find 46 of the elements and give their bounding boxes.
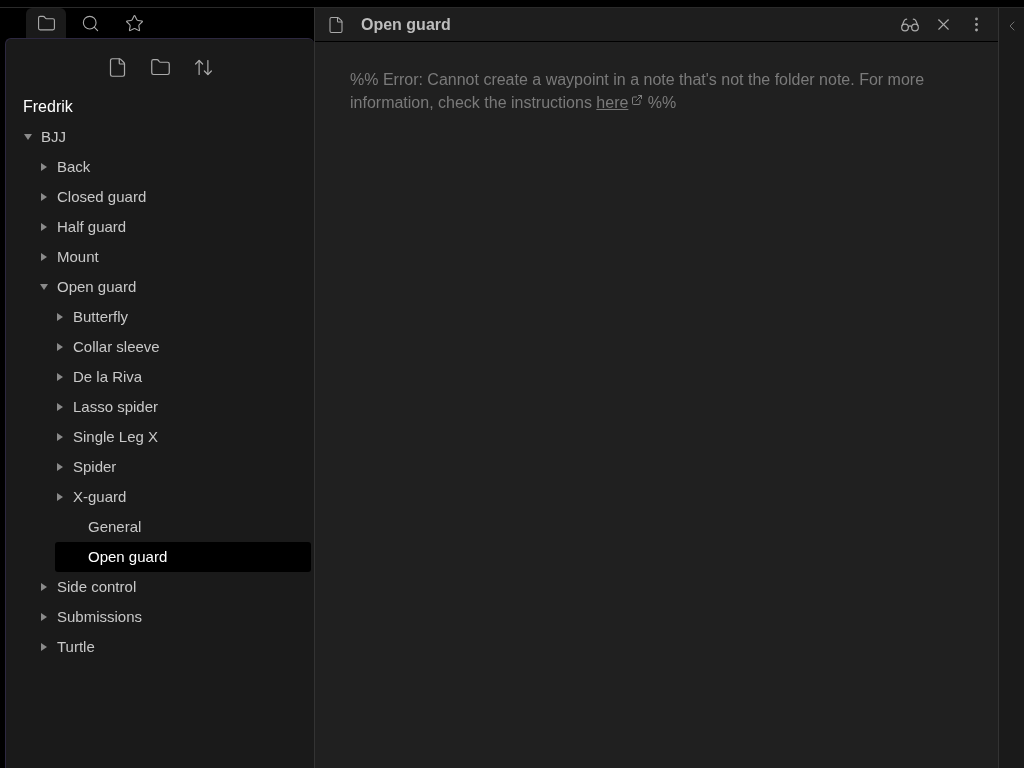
folder-label[interactable]: Butterfly	[73, 305, 129, 329]
folder-label[interactable]: Mount	[57, 245, 99, 269]
sidebar-tab[interactable]	[26, 8, 66, 38]
folder-label[interactable]: Side control	[57, 575, 137, 599]
folder-label[interactable]: X-guard	[73, 485, 127, 509]
search-icon	[80, 13, 100, 33]
caret-right-icon[interactable]	[56, 403, 64, 411]
here-link[interactable]: here	[596, 94, 629, 111]
folder-label[interactable]: Spider	[73, 455, 117, 479]
caret-right-icon[interactable]	[56, 373, 64, 381]
note-title: Open guard	[361, 14, 451, 35]
caret-down-icon[interactable]	[24, 133, 32, 141]
caret-right-icon[interactable]	[56, 433, 64, 441]
file-item[interactable]: Open guard	[55, 542, 311, 572]
folder-label[interactable]: Half guard	[57, 215, 127, 239]
external-link-icon	[631, 94, 644, 106]
caret-right-icon[interactable]	[40, 643, 48, 651]
caret-down-icon[interactable]	[40, 283, 48, 291]
folder-label[interactable]: Turtle	[57, 635, 95, 659]
sort-icon[interactable]	[192, 57, 214, 78]
folder-label[interactable]: Submissions	[57, 605, 143, 629]
caret-right-icon[interactable]	[56, 493, 64, 501]
caret-right-icon[interactable]	[40, 253, 48, 261]
caret-right-icon[interactable]	[56, 313, 64, 321]
caret-right-icon[interactable]	[40, 223, 48, 231]
caret-right-icon[interactable]	[40, 193, 48, 201]
file-item[interactable]: General	[55, 512, 311, 542]
folder-label[interactable]: Collar sleeve	[73, 335, 160, 359]
caret-right-icon[interactable]	[56, 343, 64, 351]
new-folder-icon[interactable]	[149, 57, 171, 78]
folder-label[interactable]: Open guard	[57, 275, 137, 299]
folder-icon	[36, 13, 56, 33]
error-message: %% Error: Cannot create a waypoint in a note that's not the folder note. For more information, check the instructions here %%	[350, 70, 926, 113]
caret-right-icon[interactable]	[40, 163, 48, 171]
folder-label[interactable]: De la Riva	[73, 365, 143, 389]
caret-right-icon[interactable]	[56, 463, 64, 471]
folder-label[interactable]: Lasso spider	[73, 395, 159, 419]
folder-label[interactable]: Single Leg X	[73, 425, 159, 449]
folder-label[interactable]: Closed guard	[57, 185, 147, 209]
star-icon	[124, 13, 144, 33]
folder-label[interactable]: Back	[57, 155, 91, 179]
folder-label[interactable]: BJJ	[41, 125, 66, 149]
caret-right-icon[interactable]	[40, 583, 48, 591]
file-icon	[327, 15, 345, 34]
caret-right-icon[interactable]	[40, 613, 48, 621]
vault-name: Fredrik	[22, 97, 74, 117]
